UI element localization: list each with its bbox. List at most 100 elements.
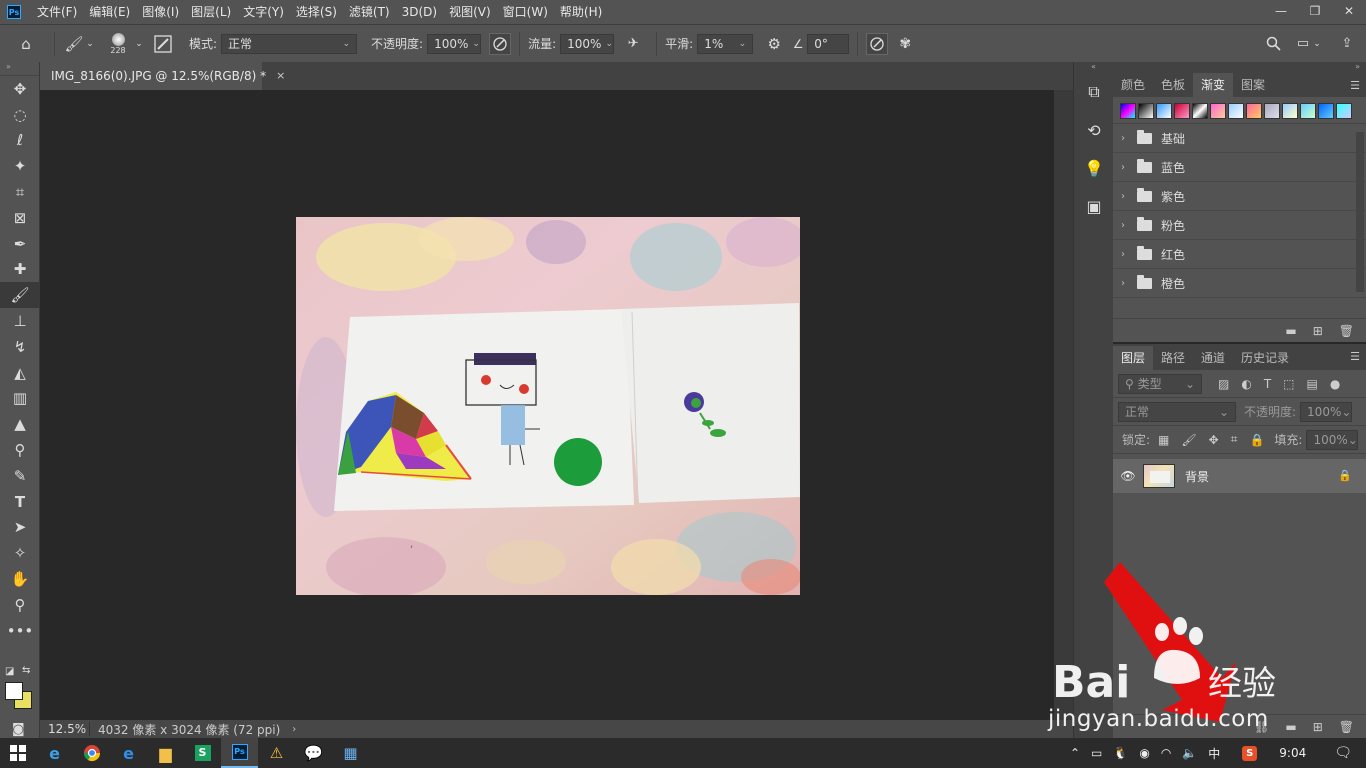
gradient-swatch[interactable] (1138, 103, 1154, 119)
network-device-icon[interactable]: ▭ (1091, 746, 1102, 760)
chevron-up-icon[interactable]: ⌃ (1070, 746, 1080, 760)
gradient-swatch[interactable] (1192, 103, 1208, 119)
gradient-folder-pink[interactable]: › 粉色 (1113, 211, 1366, 240)
gradient-swatch[interactable] (1282, 103, 1298, 119)
gradient-folder-blue[interactable]: › 蓝色 (1113, 153, 1366, 182)
gradient-swatch[interactable] (1228, 103, 1244, 119)
collapse-arrows-icon[interactable]: « (1074, 62, 1113, 73)
filter-pixel-icon[interactable]: ▨ (1218, 377, 1229, 391)
menu-3d[interactable]: 3D(D) (396, 0, 443, 24)
gradient-swatch[interactable] (1336, 103, 1352, 119)
menu-type[interactable]: 文字(Y) (237, 0, 290, 24)
filter-shape-icon[interactable]: ⬚ (1283, 377, 1294, 391)
close-window-button[interactable]: ✕ (1332, 0, 1366, 22)
panel-menu-icon[interactable]: ☰ (1350, 79, 1360, 92)
chevron-down-icon[interactable]: ⌄ (133, 32, 145, 56)
lock-image-icon[interactable]: 🖌 (1181, 433, 1196, 447)
new-layer-icon[interactable]: ⊞ (1313, 720, 1323, 734)
wifi-icon[interactable]: ◠ (1161, 746, 1171, 760)
lock-artboard-icon[interactable]: ⌗ (1231, 432, 1238, 447)
windows-start-icon[interactable] (0, 738, 36, 768)
warning-app-icon[interactable]: ⚠ (258, 738, 295, 768)
menu-view[interactable]: 视图(V) (443, 0, 497, 24)
tab-channels[interactable]: 通道 (1193, 346, 1233, 370)
tab-patterns[interactable]: 图案 (1233, 73, 1273, 97)
lock-position-icon[interactable]: ✥ (1209, 433, 1219, 447)
layer-filter-select[interactable]: ⚲ 类型 ⌄ (1118, 373, 1202, 394)
menu-help[interactable]: 帮助(H) (554, 0, 608, 24)
filter-smart-object-icon[interactable]: ▤ (1307, 377, 1318, 391)
menu-window[interactable]: 窗口(W) (497, 0, 554, 24)
collapse-arrows-icon[interactable]: » (1113, 62, 1366, 73)
sogou-input-icon[interactable]: S (1231, 745, 1258, 761)
brush-preset-picker[interactable]: 228 (103, 27, 133, 61)
crop-tool-icon[interactable]: ⌗ (0, 179, 40, 205)
gradient-swatch[interactable] (1264, 103, 1280, 119)
chevron-down-icon[interactable]: ⌄ (85, 32, 95, 56)
menu-edit[interactable]: 编辑(E) (83, 0, 136, 24)
gradient-folder-purple[interactable]: › 紫色 (1113, 182, 1366, 211)
restore-button[interactable]: ❐ (1298, 0, 1332, 22)
pressure-opacity-icon[interactable] (489, 32, 512, 55)
archive-app-icon[interactable]: ▦ (332, 738, 369, 768)
chevron-down-icon[interactable]: ⌄ (1312, 32, 1322, 56)
more-tools-icon[interactable]: ••• (0, 618, 40, 644)
lasso-tool-icon[interactable]: ℓ (0, 128, 40, 154)
blend-mode-select[interactable]: 正常 ⌄ (1118, 401, 1236, 422)
tab-layers[interactable]: 图层 (1113, 346, 1154, 370)
history-panel-icon[interactable]: ⟲ (1074, 111, 1114, 149)
action-center-icon[interactable]: 🗨 (1334, 745, 1352, 761)
zoom-level[interactable]: 12.5% (40, 722, 90, 736)
learn-panel-icon[interactable]: 💡 (1074, 149, 1114, 187)
filter-type-icon[interactable]: T (1264, 377, 1271, 391)
tab-swatches[interactable]: 色板 (1153, 73, 1193, 97)
gradient-tool-icon[interactable]: ▥ (0, 386, 40, 412)
marquee-tool-icon[interactable]: ◌ (0, 102, 40, 128)
menu-select[interactable]: 选择(S) (290, 0, 343, 24)
gradient-swatch[interactable] (1210, 103, 1226, 119)
gradient-swatch[interactable] (1174, 103, 1190, 119)
workspace-icon[interactable]: ▭ (1292, 32, 1314, 56)
quick-mask-icon[interactable]: ◙ (12, 722, 25, 737)
frame-tool-icon[interactable]: ⊠ (0, 205, 40, 231)
ime-indicator[interactable]: 中 (1208, 745, 1220, 762)
gradient-panel-scrollbar[interactable] (1356, 132, 1364, 292)
blur-tool-icon[interactable]: ▲ (0, 411, 40, 437)
gradient-swatch[interactable] (1318, 103, 1334, 119)
clock[interactable]: 9:04 (1279, 746, 1306, 760)
foreground-color-swatch[interactable] (5, 682, 23, 700)
gradient-swatch[interactable] (1120, 103, 1136, 119)
volume-icon[interactable]: 🔈 (1182, 746, 1197, 760)
hand-tool-icon[interactable]: ✋ (0, 566, 40, 592)
layer-name[interactable]: 背景 (1185, 468, 1209, 485)
libraries-panel-icon[interactable]: ▣ (1074, 187, 1114, 225)
shape-tool-icon[interactable]: ✧ (0, 540, 40, 566)
new-group-folder-icon[interactable]: ▬ (1285, 324, 1296, 338)
filter-adjustment-icon[interactable]: ◐ (1241, 377, 1251, 391)
tab-paths[interactable]: 路径 (1153, 346, 1193, 370)
eye-icon[interactable]: 👁 (1113, 469, 1143, 483)
history-brush-tool-icon[interactable]: ↯ (0, 334, 40, 360)
smoothing-input[interactable]: 1% ⌄ (697, 33, 754, 54)
menu-layer[interactable]: 图层(L) (185, 0, 237, 24)
chevron-right-icon[interactable]: › (292, 724, 296, 735)
internet-explorer-icon[interactable]: e (36, 738, 73, 768)
opacity-input[interactable]: 100% ⌄ (427, 33, 482, 54)
close-tab-icon[interactable]: × (276, 63, 285, 89)
lock-all-icon[interactable]: 🔒 (1249, 433, 1264, 447)
qq-icon[interactable]: 🐧 (1113, 746, 1128, 760)
symmetry-butterfly-icon[interactable]: ✾ (888, 32, 922, 56)
filter-toggle-icon[interactable]: ● (1330, 377, 1340, 391)
share-icon[interactable]: ⇪ (1336, 32, 1358, 56)
move-tool-icon[interactable]: ✥ (0, 76, 40, 102)
gradient-swatch[interactable] (1156, 103, 1172, 119)
panel-menu-icon[interactable]: ☰ (1350, 350, 1360, 363)
swap-colors-icon[interactable]: ⇆ (22, 665, 30, 676)
flow-input[interactable]: 100% ⌄ (560, 33, 615, 54)
trash-icon[interactable]: 🗑 (1339, 324, 1354, 338)
photoshop-logo-icon[interactable]: Ps (7, 5, 21, 19)
menu-image[interactable]: 图像(I) (136, 0, 185, 24)
search-icon[interactable] (1262, 32, 1284, 56)
healing-brush-tool-icon[interactable]: ✚ (0, 257, 40, 283)
new-gradient-icon[interactable]: ⊞ (1313, 324, 1323, 338)
